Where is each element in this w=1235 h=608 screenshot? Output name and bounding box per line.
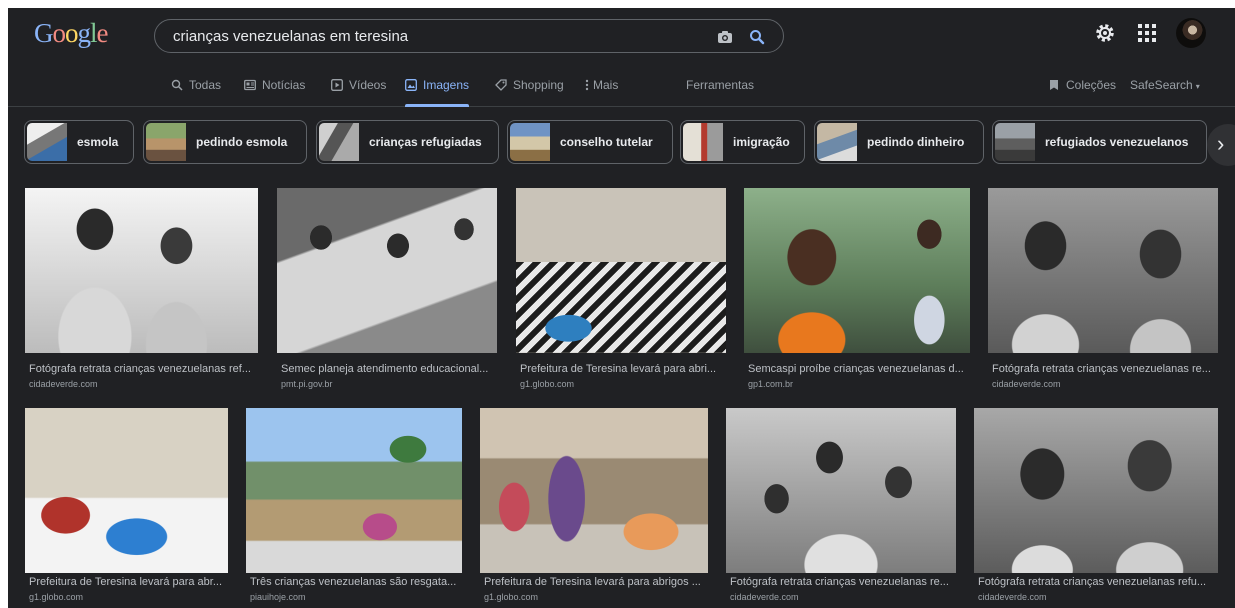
image-icon [405, 79, 417, 91]
chip-thumbnail [510, 123, 550, 161]
result-source[interactable]: cidadeverde.com [730, 592, 799, 602]
chip-thumbnail [319, 123, 359, 161]
news-icon [244, 79, 256, 91]
dropdown-icon: ▾ [1195, 82, 1200, 91]
browser-frame: Google crianças venezuelanas em teresina [8, 8, 1235, 608]
avatar[interactable] [1176, 18, 1206, 48]
apps-icon[interactable] [1138, 24, 1156, 42]
result-image[interactable] [480, 408, 708, 573]
chip-imigracao[interactable]: imigração [680, 120, 805, 164]
result-title[interactable]: Fotógrafa retrata crianças venezuelanas … [992, 363, 1213, 375]
chip-esmola[interactable]: esmola [24, 120, 134, 164]
result-image[interactable] [516, 188, 726, 353]
image-result[interactable]: Semcaspi proíbe crianças venezuelanas d.… [744, 188, 970, 398]
camera-icon[interactable] [715, 27, 735, 47]
related-searches: esmola pedindo esmola crianças refugiada… [8, 116, 1235, 168]
search-box[interactable]: crianças venezuelanas em teresina [154, 19, 784, 53]
chip-conselho-tutelar[interactable]: conselho tutelar [507, 120, 673, 164]
result-image[interactable] [277, 188, 497, 353]
image-result[interactable]: Prefeitura de Teresina levará para abrig… [480, 408, 708, 608]
video-icon [331, 79, 343, 91]
collections-icon [1050, 80, 1058, 90]
image-result[interactable]: Três crianças venezuelanas são resgata..… [246, 408, 462, 608]
gear-icon[interactable] [1094, 22, 1116, 44]
result-source[interactable]: gp1.com.br [748, 379, 793, 389]
result-source[interactable]: pmt.pi.gov.br [281, 379, 332, 389]
tab-mais[interactable]: Mais [585, 62, 618, 107]
image-result[interactable]: Prefeitura de Teresina levará para abr..… [25, 408, 228, 608]
image-result[interactable]: Prefeitura de Teresina levará para abri.… [516, 188, 726, 398]
result-source[interactable]: g1.globo.com [29, 592, 83, 602]
result-title[interactable]: Fotógrafa retrata crianças venezuelanas … [730, 576, 951, 588]
result-source[interactable]: cidadeverde.com [992, 379, 1061, 389]
search-input[interactable]: crianças venezuelanas em teresina [173, 28, 408, 45]
tab-noticias[interactable]: Notícias [244, 62, 305, 107]
result-source[interactable]: cidadeverde.com [978, 592, 1047, 602]
tab-videos[interactable]: Vídeos [331, 62, 386, 107]
result-source[interactable]: piauihoje.com [250, 592, 306, 602]
collections-button[interactable]: Coleções [1048, 62, 1116, 107]
more-vert-icon [585, 79, 589, 91]
result-title[interactable]: Fotógrafa retrata crianças venezuelanas … [978, 576, 1212, 588]
result-title[interactable]: Prefeitura de Teresina levará para abrig… [484, 576, 703, 588]
chip-pedindo-dinheiro[interactable]: pedindo dinheiro [814, 120, 984, 164]
chip-criancas-refugiadas[interactable]: crianças refugiadas [316, 120, 499, 164]
tag-icon [495, 79, 507, 91]
result-title[interactable]: Prefeitura de Teresina levará para abri.… [520, 363, 722, 375]
result-source[interactable]: g1.globo.com [520, 379, 574, 389]
image-result[interactable]: Fotógrafa retrata crianças venezuelanas … [726, 408, 956, 608]
chip-thumbnail [995, 123, 1035, 161]
result-title[interactable]: Prefeitura de Teresina levará para abr..… [29, 576, 224, 588]
result-image[interactable] [726, 408, 956, 573]
result-source[interactable]: g1.globo.com [484, 592, 538, 602]
search-icon[interactable] [747, 27, 767, 47]
chip-thumbnail [146, 123, 186, 161]
chip-refugiados-venezuelanos[interactable]: refugiados venezuelanos [992, 120, 1207, 164]
chip-thumbnail [683, 123, 723, 161]
result-image[interactable] [246, 408, 462, 573]
search-icon [171, 79, 183, 91]
result-title[interactable]: Semec planeja atendimento educacional... [281, 363, 492, 375]
google-logo[interactable]: Google [34, 18, 108, 49]
image-result[interactable]: Fotógrafa retrata crianças venezuelanas … [988, 188, 1218, 398]
image-result[interactable]: Fotógrafa retrata crianças venezuelanas … [25, 188, 258, 398]
tools-button[interactable]: Ferramentas [686, 62, 754, 107]
tab-todas[interactable]: Todas [171, 62, 221, 107]
result-image[interactable] [25, 408, 228, 573]
chip-thumbnail [27, 123, 67, 161]
result-image[interactable] [974, 408, 1218, 573]
chip-pedindo-esmola[interactable]: pedindo esmola [143, 120, 307, 164]
header: Google crianças venezuelanas em teresina [8, 8, 1235, 62]
search-tabs: Todas Notícias Vídeos Imagens Shopping M… [8, 62, 1235, 107]
safesearch-button[interactable]: SafeSearch ▾ [1130, 62, 1200, 107]
result-source[interactable]: cidadeverde.com [29, 379, 98, 389]
result-image[interactable] [988, 188, 1218, 353]
tab-imagens[interactable]: Imagens [405, 62, 470, 107]
result-title[interactable]: Semcaspi proíbe crianças venezuelanas d.… [748, 363, 965, 375]
image-result[interactable]: Fotógrafa retrata crianças venezuelanas … [974, 408, 1218, 608]
image-result[interactable]: Semec planeja atendimento educacional...… [277, 188, 497, 398]
result-image[interactable] [25, 188, 258, 353]
chip-thumbnail [817, 123, 857, 161]
tab-shopping[interactable]: Shopping [495, 62, 564, 107]
result-title[interactable]: Três crianças venezuelanas são resgata..… [250, 576, 457, 588]
result-image[interactable] [744, 188, 970, 353]
chevron-right-icon[interactable]: › [1207, 124, 1235, 166]
result-title[interactable]: Fotógrafa retrata crianças venezuelanas … [29, 363, 253, 375]
